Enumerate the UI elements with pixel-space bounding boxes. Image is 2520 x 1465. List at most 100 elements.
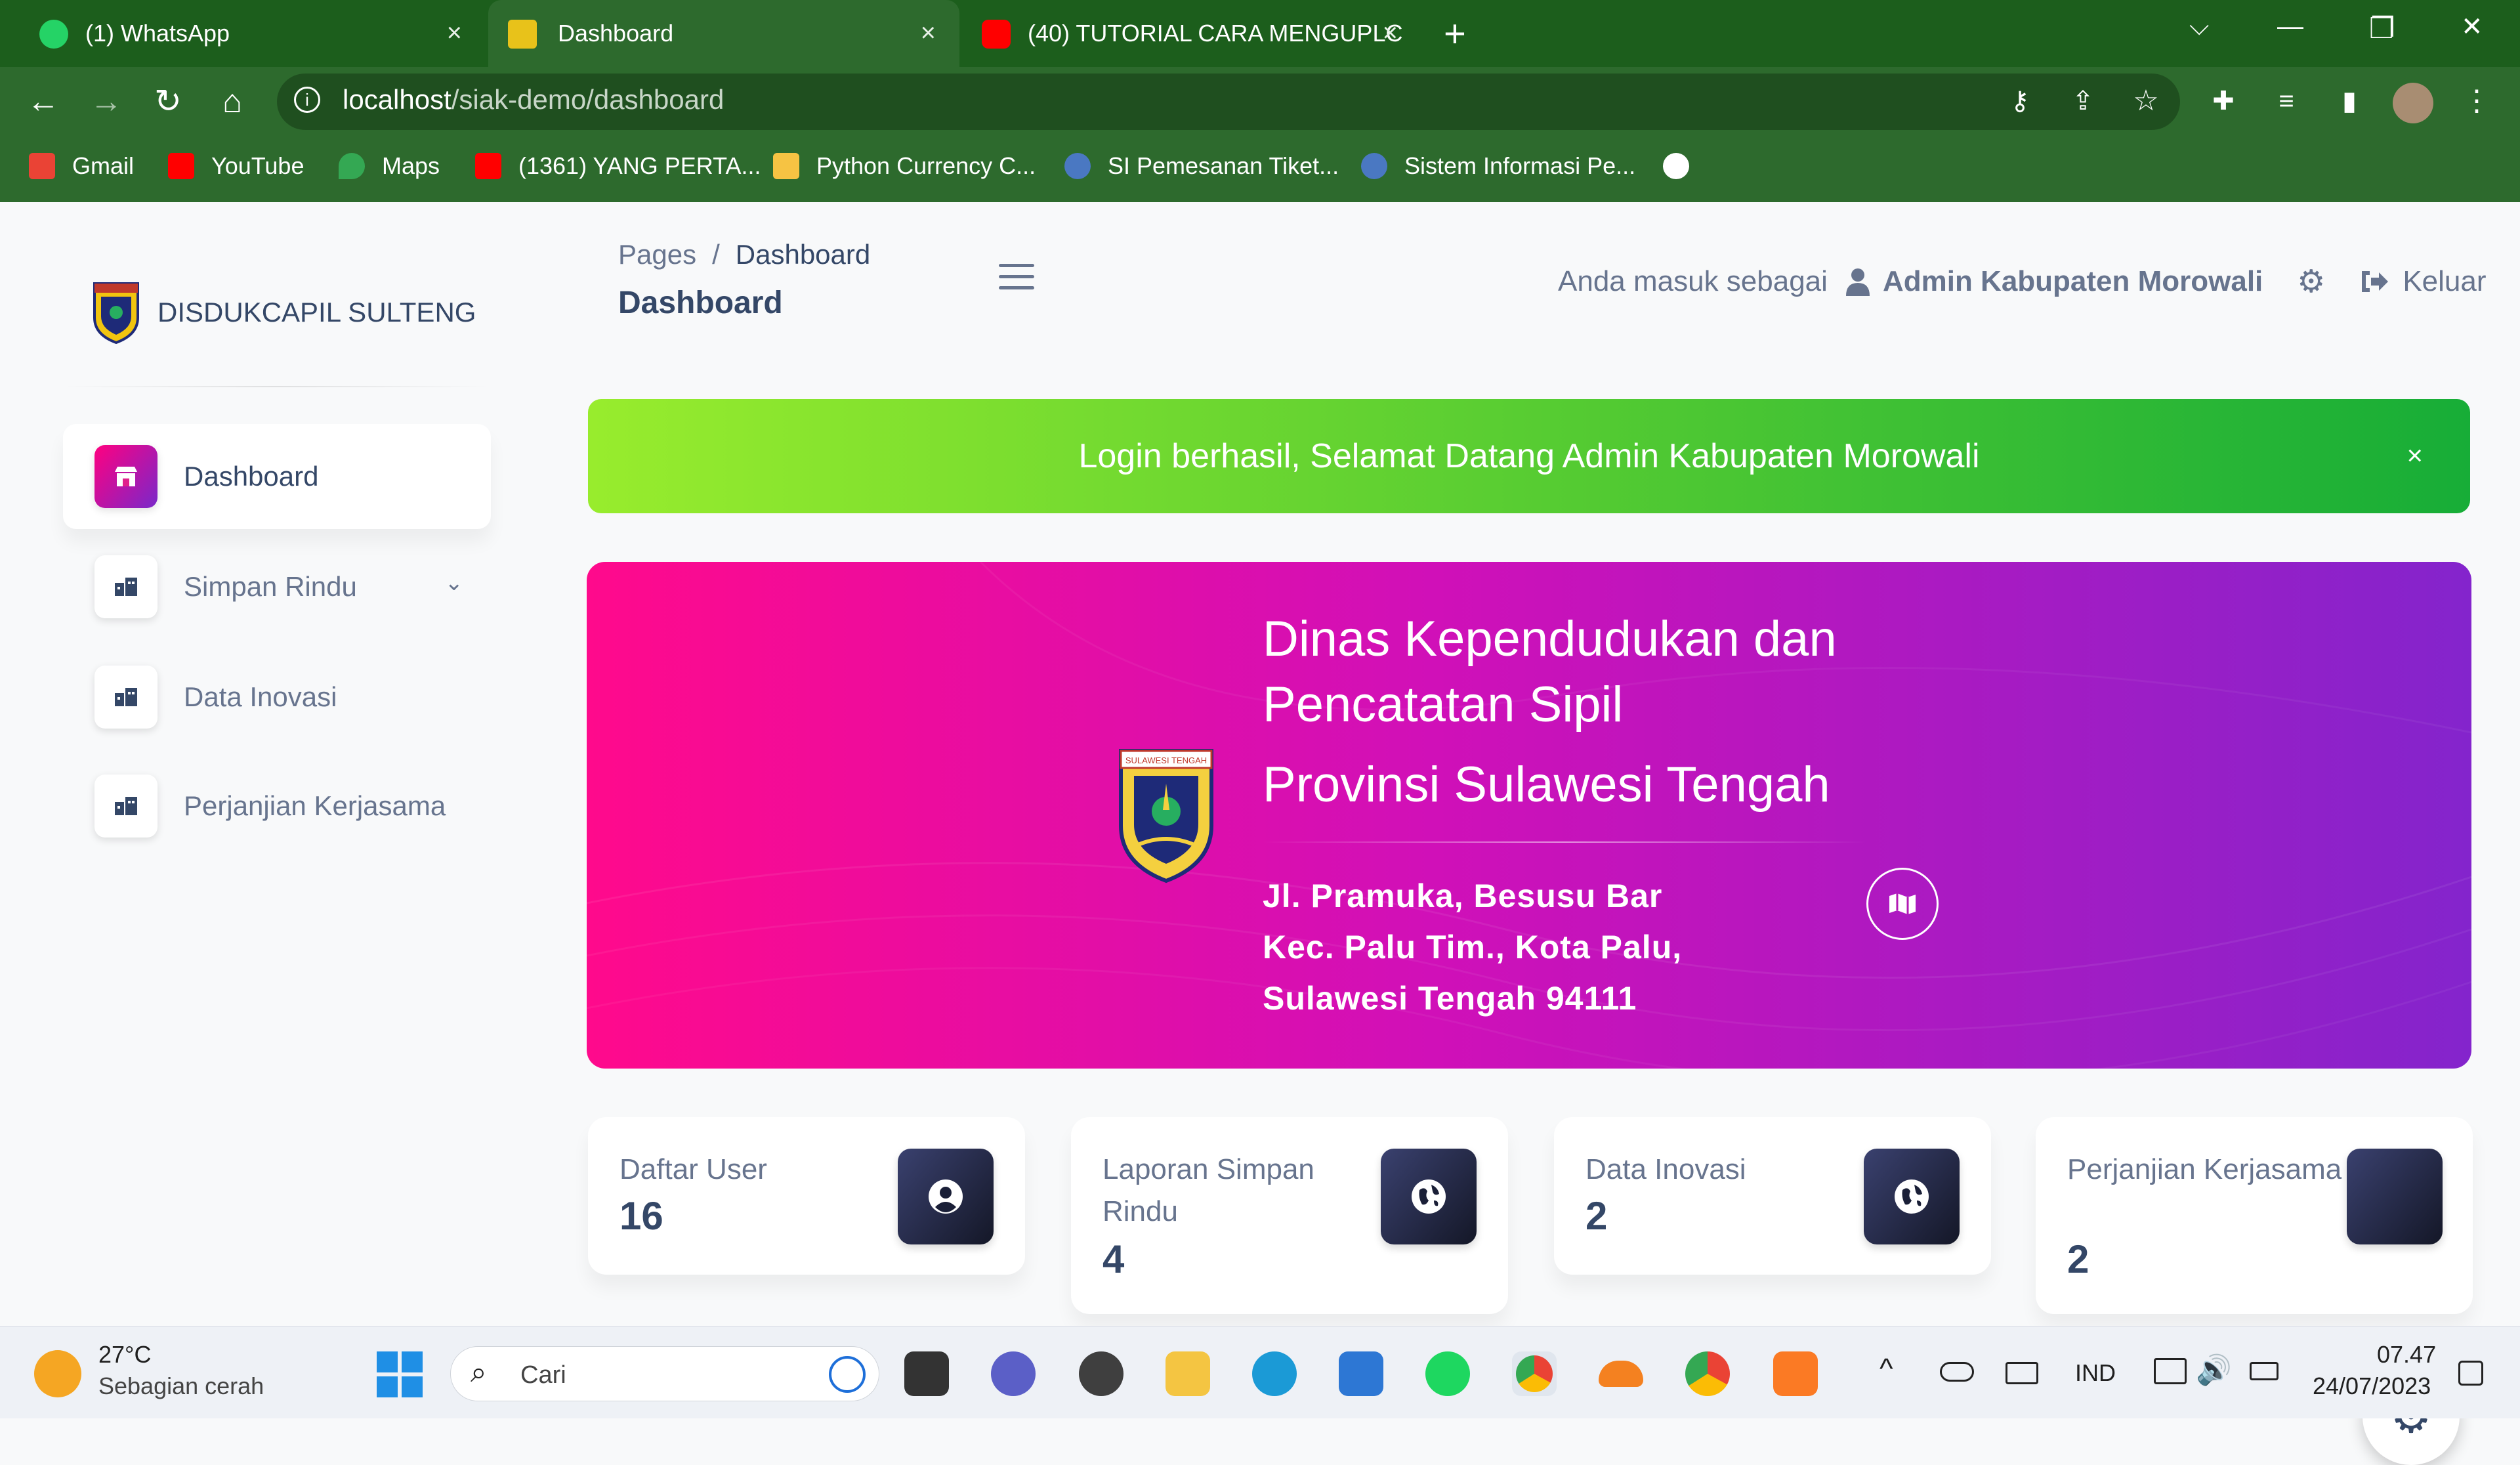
weather-temp[interactable]: 27°C — [98, 1341, 151, 1369]
more-menu-icon[interactable]: ⋮ — [2457, 81, 2496, 121]
close-tab-icon[interactable]: × — [447, 18, 462, 48]
language-indicator[interactable]: IND — [2075, 1359, 2116, 1387]
site-favicon-icon — [1361, 153, 1387, 179]
site-info-icon[interactable]: i — [294, 87, 320, 113]
stat-card-daftar-user[interactable]: Daftar User 16 — [588, 1117, 1025, 1275]
battery-icon[interactable] — [2250, 1362, 2278, 1380]
stat-card-perjanjian-kerjasama[interactable]: Perjanjian Kerjasama 2 — [2036, 1117, 2473, 1314]
clock-date[interactable]: 24/07/2023 — [2313, 1372, 2431, 1400]
tab-whatsapp[interactable]: (1) WhatsApp × — [0, 0, 486, 67]
forward-arrow-icon[interactable]: → — [87, 81, 126, 121]
stat-card-laporan-simpan-rindu[interactable]: Laporan Simpan Rindu 4 — [1071, 1117, 1508, 1314]
windows-start-icon[interactable] — [377, 1351, 423, 1397]
map-icon — [1889, 893, 1916, 914]
profile-avatar[interactable] — [2393, 83, 2433, 123]
minimize-button[interactable]: — — [2277, 12, 2303, 41]
browser-tab-strip: (1) WhatsApp × Dashboard × (40) TUTORIAL… — [0, 0, 2520, 67]
file-explorer-icon[interactable] — [1166, 1351, 1210, 1396]
network-icon[interactable] — [2154, 1358, 2187, 1384]
python-icon — [773, 153, 799, 179]
hamburger-menu-icon[interactable] — [999, 264, 1034, 297]
breadcrumb-pages-link[interactable]: Pages — [618, 239, 696, 270]
sidebar-item-dashboard[interactable]: Dashboard — [63, 424, 491, 529]
sign-out-icon — [2362, 271, 2389, 292]
clock-time[interactable]: 07.47 — [2377, 1341, 2436, 1369]
dashboard-page: DISDUKCAPIL SULTENG Dashboard Simpan Rin… — [0, 202, 2520, 1465]
bookmark-maps[interactable]: Maps — [339, 143, 440, 189]
weather-sun-icon[interactable] — [34, 1350, 81, 1397]
alert-close-button[interactable]: × — [2406, 440, 2423, 471]
stat-label: Laporan Simpan Rindu — [1102, 1153, 1314, 1227]
sidebar-item-perjanjian-kerjasama[interactable]: Perjanjian Kerjasama — [63, 754, 491, 859]
sidebar-brand[interactable]: DISDUKCAPIL SULTENG — [92, 281, 476, 344]
side-panel-icon[interactable]: ▮ — [2330, 81, 2369, 121]
tab-youtube[interactable]: (40) TUTORIAL CARA MENGUPLC × — [962, 0, 1427, 67]
new-tab-button[interactable]: + — [1444, 12, 1466, 56]
youtube-icon — [982, 20, 1011, 49]
extensions-icon[interactable]: ✚ — [2204, 81, 2243, 121]
chevron-up-icon[interactable]: ^ — [1880, 1353, 1893, 1386]
logout-button[interactable]: Keluar — [2359, 265, 2487, 298]
sidebar-item-simpan-rindu[interactable]: Simpan Rindu ⌄ — [63, 534, 491, 639]
bookmark-python-currency[interactable]: Python Currency C... — [773, 143, 1036, 189]
xampp-icon[interactable] — [1773, 1351, 1818, 1396]
hero-title-line3: Provinsi Sulawesi Tengah — [1263, 757, 1830, 813]
whatsapp-app-icon[interactable] — [1079, 1351, 1124, 1396]
globe-icon — [2347, 1149, 2443, 1244]
breadcrumb-separator: / — [712, 239, 720, 270]
close-tab-icon[interactable]: × — [921, 18, 936, 48]
restore-button[interactable]: ❐ — [2369, 12, 2395, 45]
office-building-icon — [94, 555, 158, 618]
chat-icon[interactable] — [991, 1351, 1036, 1396]
maps-pin-icon — [339, 153, 365, 179]
bookmark-si-pemesanan[interactable]: SI Pemesanan Tiket... — [1064, 143, 1339, 189]
stat-card-data-inovasi[interactable]: Data Inovasi 2 — [1554, 1117, 1991, 1275]
bookmark-globe[interactable] — [1663, 143, 1689, 189]
map-button[interactable] — [1866, 868, 1939, 940]
chevron-down-icon[interactable]: ⌄ — [445, 570, 464, 596]
edge-icon[interactable] — [1252, 1351, 1297, 1396]
share-icon[interactable]: ⇪ — [2063, 81, 2103, 121]
cloudflare-icon[interactable] — [1599, 1361, 1643, 1387]
stat-value: 4 — [1102, 1237, 1125, 1281]
keyboard-icon[interactable] — [2006, 1362, 2038, 1384]
chrome-icon[interactable] — [1685, 1351, 1730, 1396]
alert-message: Login berhasil, Selamat Datang Admin Kab… — [1078, 437, 1980, 475]
notification-icon[interactable] — [2458, 1361, 2483, 1386]
hero-address-line2: Kec. Palu Tim., Kota Palu, — [1263, 929, 1683, 966]
success-alert: Login berhasil, Selamat Datang Admin Kab… — [588, 399, 2470, 513]
spotify-icon[interactable] — [1425, 1351, 1470, 1396]
stat-label: Perjanjian Kerjasama — [2067, 1153, 2342, 1185]
bookmark-youtube[interactable]: YouTube — [168, 143, 304, 189]
tab-dashboard[interactable]: Dashboard × — [488, 0, 959, 67]
weather-desc[interactable]: Sebagian cerah — [98, 1372, 264, 1400]
globe-icon — [1663, 153, 1689, 179]
key-icon[interactable]: ⚷ — [2000, 81, 2040, 121]
chrome-active-icon[interactable] — [1512, 1351, 1557, 1396]
reload-icon[interactable]: ↻ — [148, 81, 188, 121]
store-icon[interactable] — [1339, 1351, 1383, 1396]
office-building-icon — [94, 775, 158, 838]
close-window-button[interactable]: ✕ — [2461, 12, 2483, 42]
bing-icon[interactable] — [829, 1356, 866, 1393]
bookmark-gmail[interactable]: Gmail — [29, 143, 134, 189]
tab-search-dropdown-icon[interactable]: ⌵ — [2189, 12, 2209, 41]
back-arrow-icon[interactable]: ← — [24, 81, 63, 121]
home-icon[interactable]: ⌂ — [213, 81, 252, 121]
volume-icon[interactable]: 🔊 — [2196, 1353, 2232, 1387]
task-view-icon[interactable] — [904, 1351, 949, 1396]
close-tab-icon[interactable]: × — [1383, 18, 1398, 48]
bookmark-star-icon[interactable]: ☆ — [2126, 81, 2166, 121]
bookmark-yang-perta[interactable]: (1361) YANG PERTA... — [475, 143, 761, 189]
onedrive-cloud-icon[interactable] — [1940, 1362, 1974, 1382]
gear-icon[interactable]: ⚙ — [2297, 263, 2325, 300]
url-text[interactable]: localhost/siak-demo/dashboard — [343, 84, 724, 116]
sulteng-logo-icon — [93, 282, 139, 344]
hero-title-line1: Dinas Kependudukan dan — [1263, 611, 1837, 667]
shop-icon — [94, 445, 158, 508]
breadcrumb-current: Dashboard — [735, 239, 871, 270]
taskbar-search-input[interactable]: ⌕ Cari — [450, 1346, 879, 1401]
sidebar-item-data-inovasi[interactable]: Data Inovasi — [63, 645, 491, 750]
bookmark-sistem-informasi[interactable]: Sistem Informasi Pe... — [1361, 143, 1635, 189]
media-queue-icon[interactable]: ≡ — [2267, 81, 2306, 121]
